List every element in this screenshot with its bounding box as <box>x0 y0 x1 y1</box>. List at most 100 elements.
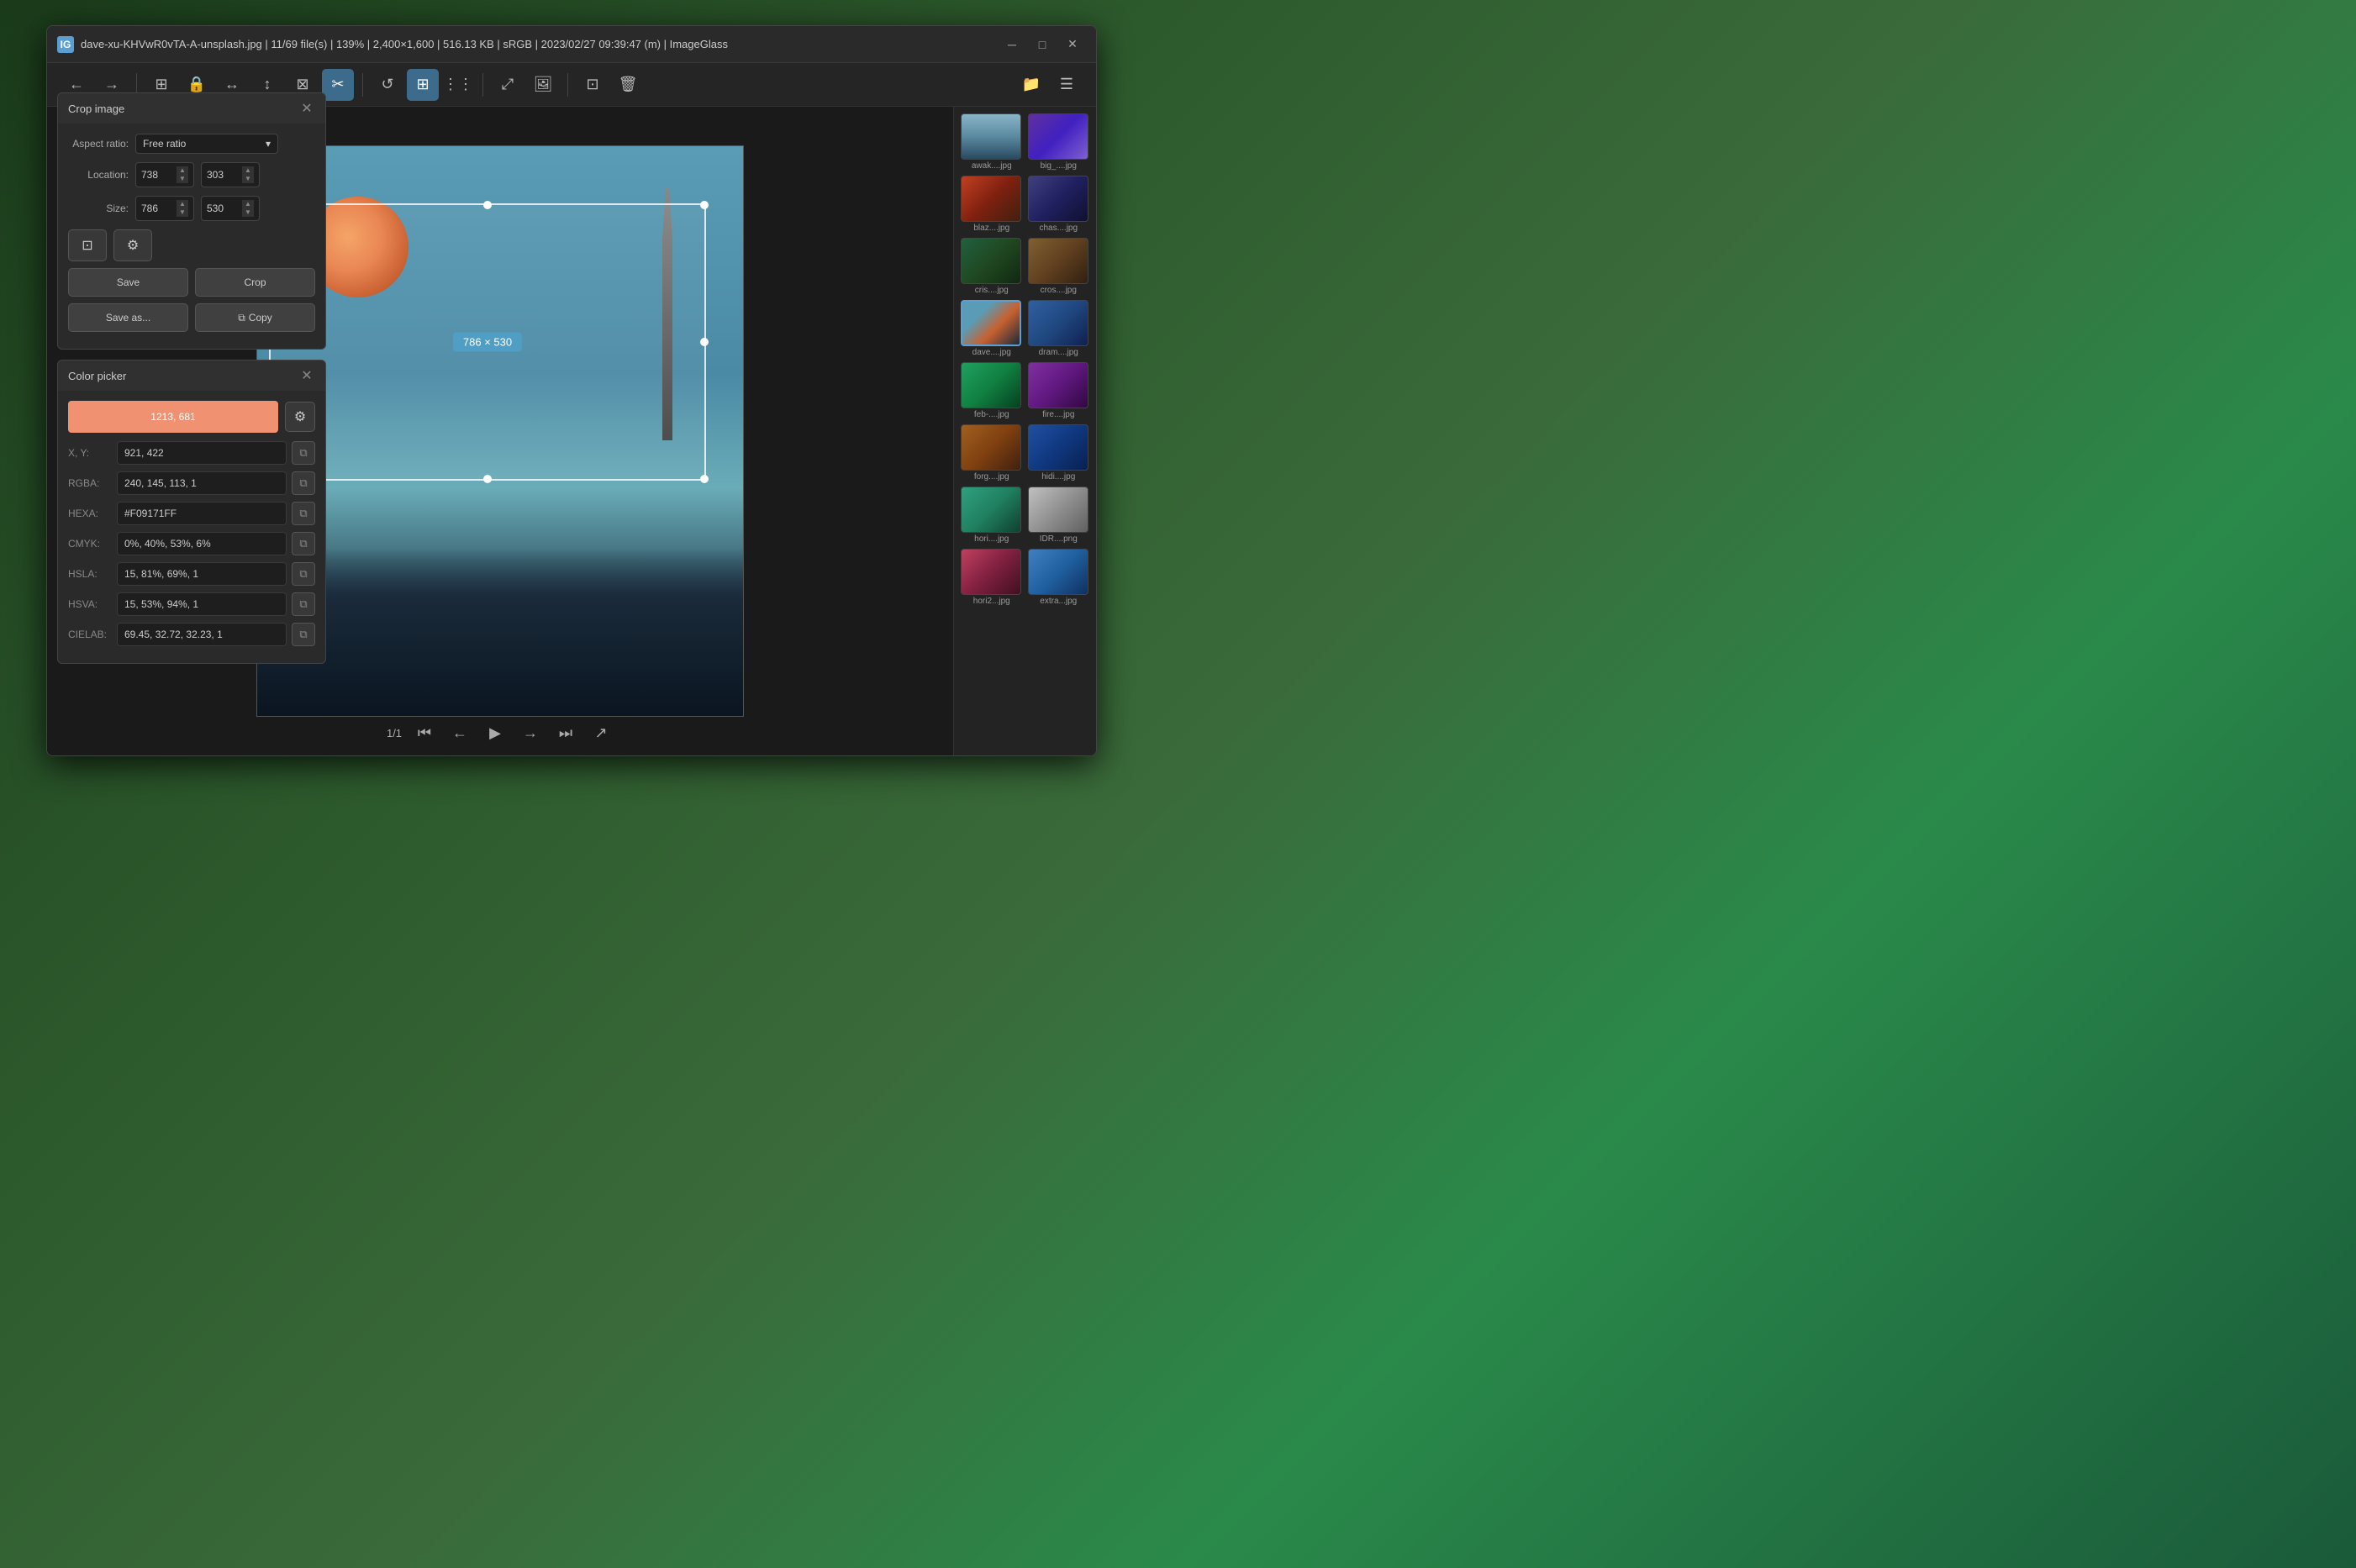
next-page-button[interactable]: → <box>518 720 543 745</box>
export-button[interactable]: ↗ <box>588 720 614 745</box>
thumbnail-item-blaz[interactable]: blaz....jpg <box>961 176 1023 233</box>
location-y-input[interactable]: 303 ▲ ▼ <box>201 162 260 187</box>
size-w-down[interactable]: ▼ <box>177 208 188 217</box>
thumbnail-item-dram[interactable]: dram....jpg <box>1028 300 1090 357</box>
aspect-ratio-value: Free ratio <box>143 138 186 150</box>
thumbnail-item-cros[interactable]: cros....jpg <box>1028 238 1090 295</box>
copy-rgba-button[interactable]: ⧉ <box>292 471 315 495</box>
crop-handle-mr[interactable] <box>700 338 709 346</box>
xy-label: X, Y: <box>68 447 112 459</box>
crop-panel-header: Crop image ✕ <box>58 93 325 124</box>
cmyk-row: CMYK: 0%, 40%, 53%, 6% ⧉ <box>68 532 315 555</box>
delete-button[interactable]: 🗑 <box>612 69 644 101</box>
thumbnail-label-idr: IDR....png <box>1028 534 1090 544</box>
thumbnail-label-cros: cros....jpg <box>1028 286 1090 295</box>
location-x-down[interactable]: ▼ <box>177 175 188 183</box>
thumbnail-item-hori2[interactable]: hori2...jpg <box>961 549 1023 606</box>
fullscreen-button[interactable]: ⤢ <box>492 69 524 101</box>
save-as-button[interactable]: Save as... <box>68 303 188 332</box>
thumbnail-item-chas[interactable]: chas....jpg <box>1028 176 1090 233</box>
size-h-up[interactable]: ▲ <box>242 200 254 208</box>
location-y-down[interactable]: ▼ <box>242 175 254 183</box>
thumbnail-item-awak[interactable]: awak....jpg <box>961 113 1023 171</box>
rotate-button[interactable]: ↺ <box>372 69 403 101</box>
thumbnail-label-feb: feb-....jpg <box>961 410 1023 419</box>
close-button[interactable]: ✕ <box>1059 33 1086 56</box>
crop-selection-overlay[interactable]: 786 × 530 <box>269 203 706 481</box>
location-y-up[interactable]: ▲ <box>242 166 254 175</box>
color-preview-row: 1213, 681 ⚙ <box>68 401 315 433</box>
color-preview-bar: 1213, 681 <box>68 401 278 433</box>
copy-hsva-button[interactable]: ⧉ <box>292 592 315 616</box>
xy-row: X, Y: 921, 422 ⧉ <box>68 441 315 465</box>
thumbnail-item-dave[interactable]: dave....jpg <box>961 300 1023 357</box>
open-folder-button[interactable]: 📁 <box>1015 69 1047 101</box>
color-picker-close-button[interactable]: ✕ <box>298 367 315 384</box>
thumbnail-label-forg: forg....jpg <box>961 472 1023 481</box>
crop-panel-close-button[interactable]: ✕ <box>298 100 315 117</box>
crop-handle-br[interactable] <box>700 475 709 483</box>
save-button[interactable]: Save <box>68 268 188 297</box>
size-row: Size: 786 ▲ ▼ 530 ▲ ▼ <box>68 196 315 221</box>
thumbnail-image-forg <box>961 424 1021 471</box>
aspect-ratio-select[interactable]: Free ratio ▾ <box>135 134 278 154</box>
thumbnail-image-hori2 <box>961 549 1021 595</box>
aspect-ratio-row: Aspect ratio: Free ratio ▾ <box>68 134 315 154</box>
thumbnail-item-idr[interactable]: IDR....png <box>1028 487 1090 544</box>
thumbnail-image-dave <box>961 300 1021 346</box>
thumb-row-2: blaz....jpg chas....jpg <box>961 176 1089 233</box>
rgba-label: RGBA: <box>68 477 112 489</box>
thumbnail-item-big[interactable]: big_....jpg <box>1028 113 1090 171</box>
first-page-button[interactable]: ⏮ <box>412 720 437 745</box>
select-region-button[interactable]: ⊡ <box>68 229 107 261</box>
thumbnail-item-hidi[interactable]: hidi....jpg <box>1028 424 1090 481</box>
size-w-up[interactable]: ▲ <box>177 200 188 208</box>
copy-crop-button[interactable]: ⧉ Copy <box>195 303 315 332</box>
app-icon: IG <box>57 36 74 53</box>
copy-hexa-button[interactable]: ⧉ <box>292 502 315 525</box>
location-x-input[interactable]: 738 ▲ ▼ <box>135 162 194 187</box>
crop-handle-bm[interactable] <box>483 475 492 483</box>
location-x-up[interactable]: ▲ <box>177 166 188 175</box>
slideshow-button[interactable]: 🖼 <box>527 69 559 101</box>
thumbnail-item-forg[interactable]: forg....jpg <box>961 424 1023 481</box>
edit-button[interactable]: ⊡ <box>577 69 609 101</box>
copy-xy-button[interactable]: ⧉ <box>292 441 315 465</box>
crop-button[interactable]: Crop <box>195 268 315 297</box>
cielab-value: 69.45, 32.72, 32.23, 1 <box>117 623 287 646</box>
crop-handle-tr[interactable] <box>700 201 709 209</box>
grid-button[interactable]: ⋮⋮ <box>442 69 474 101</box>
prev-page-button[interactable]: ← <box>447 720 472 745</box>
crop-image-panel: Crop image ✕ Aspect ratio: Free ratio ▾ … <box>57 92 326 350</box>
thumbnail-item-cris[interactable]: cris....jpg <box>961 238 1023 295</box>
thumbnail-panel: awak....jpg big_....jpg blaz....jpg chas… <box>953 107 1096 755</box>
thumbnail-image-cros <box>1028 238 1088 284</box>
color-picker-settings-button[interactable]: ⚙ <box>285 402 315 432</box>
settings-crop-button[interactable]: ⚙ <box>113 229 152 261</box>
thumbnail-item-feb[interactable]: feb-....jpg <box>961 362 1023 419</box>
crop-handle-tm[interactable] <box>483 201 492 209</box>
size-h-down[interactable]: ▼ <box>242 208 254 217</box>
hsla-value: 15, 81%, 69%, 1 <box>117 562 287 586</box>
copy-cielab-button[interactable]: ⧉ <box>292 623 315 646</box>
play-button[interactable]: ▶ <box>482 720 508 745</box>
minimize-button[interactable]: ─ <box>999 33 1025 56</box>
thumbnail-item-hori[interactable]: hori....jpg <box>961 487 1023 544</box>
size-w-input[interactable]: 786 ▲ ▼ <box>135 196 194 221</box>
hsva-row: HSVA: 15, 53%, 94%, 1 ⧉ <box>68 592 315 616</box>
hexa-row: HEXA: #F09171FF ⧉ <box>68 502 315 525</box>
copy-cmyk-button[interactable]: ⧉ <box>292 532 315 555</box>
thumbnail-button[interactable]: ⊞ <box>407 69 439 101</box>
thumbnail-item-extra[interactable]: extra...jpg <box>1028 549 1090 606</box>
thumbnail-image-hidi <box>1028 424 1088 471</box>
maximize-button[interactable]: □ <box>1029 33 1056 56</box>
xy-value: 921, 422 <box>117 441 287 465</box>
thumbnail-image-cris <box>961 238 1021 284</box>
thumbnail-label-dave: dave....jpg <box>961 348 1023 357</box>
thumbnail-item-fire[interactable]: fire....jpg <box>1028 362 1090 419</box>
last-page-button[interactable]: ⏭ <box>553 720 578 745</box>
size-h-input[interactable]: 530 ▲ ▼ <box>201 196 260 221</box>
menu-button[interactable]: ☰ <box>1051 69 1083 101</box>
copy-hsla-button[interactable]: ⧉ <box>292 562 315 586</box>
crop-tool-button[interactable]: ✂ <box>322 69 354 101</box>
